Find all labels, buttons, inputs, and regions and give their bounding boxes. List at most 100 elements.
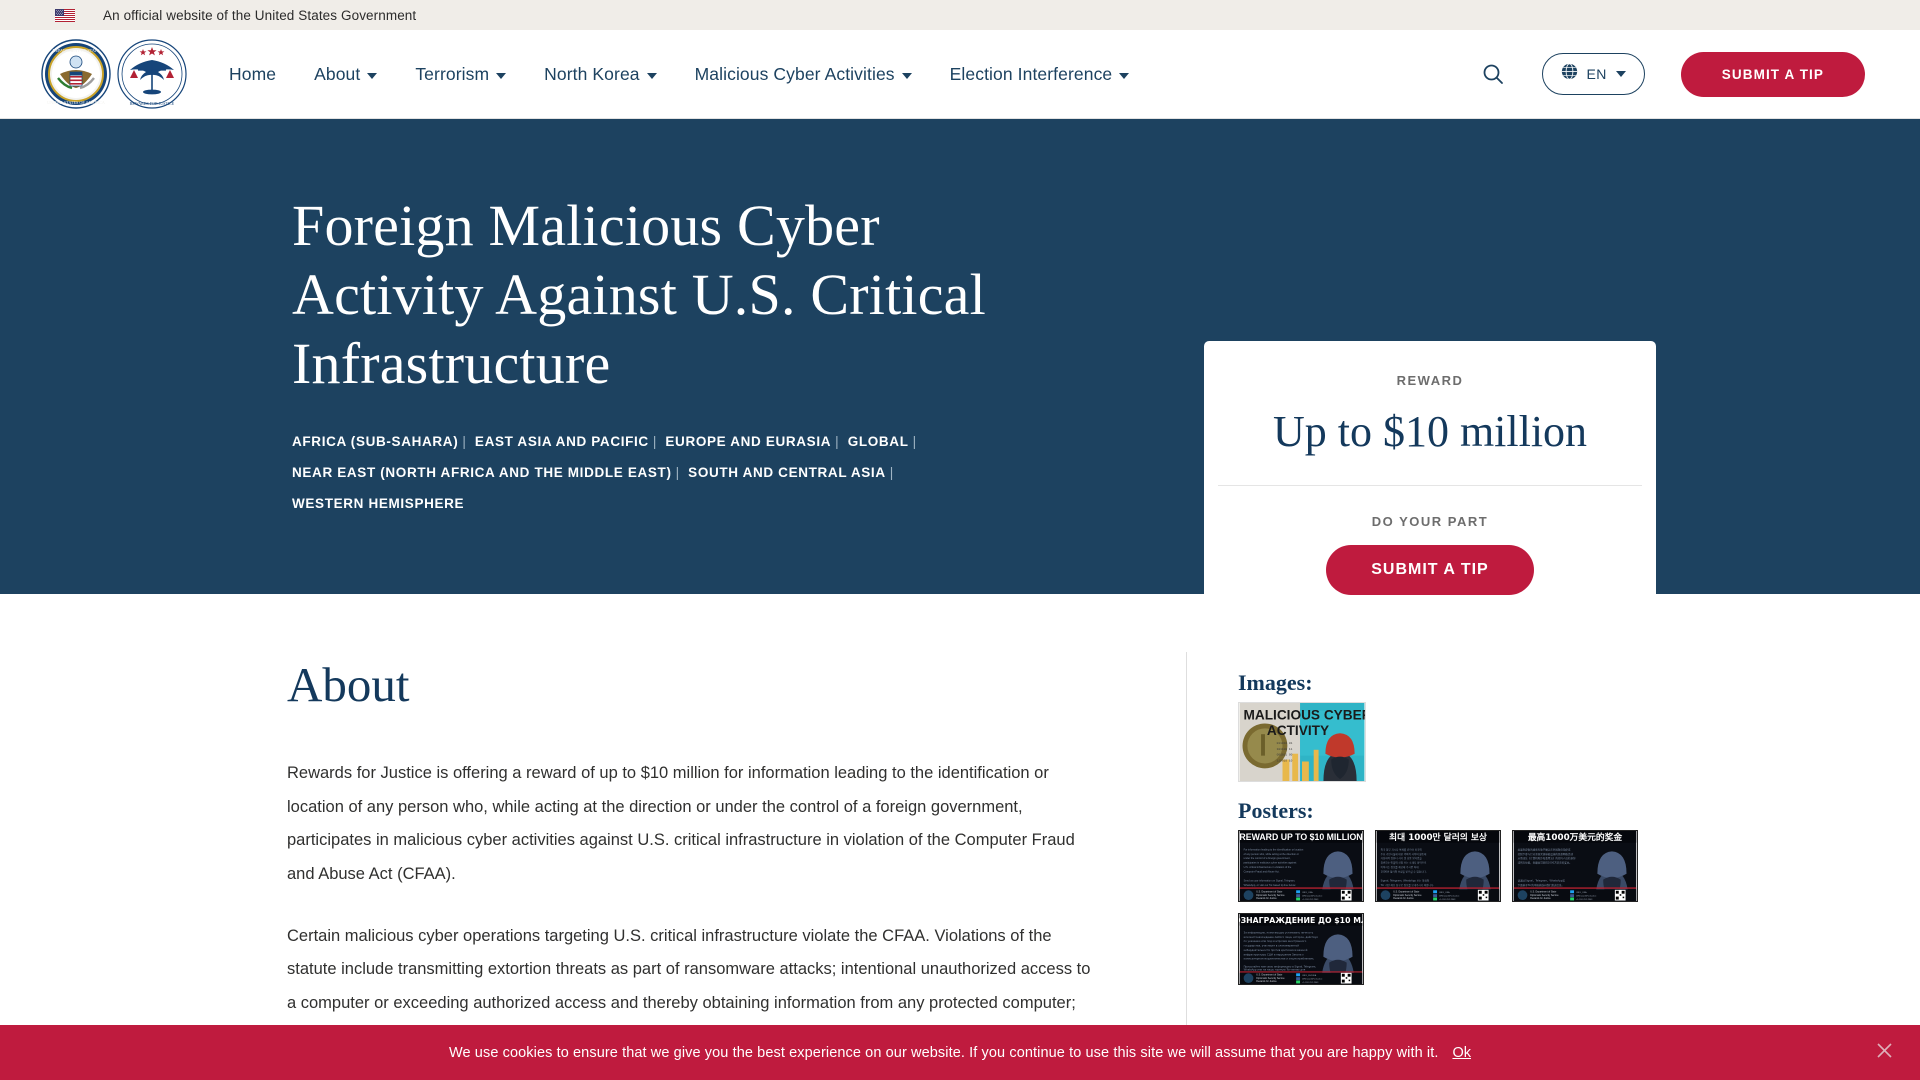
posters-heading: Posters: [1238, 798, 1314, 823]
department-of-state-seal[interactable]: DEPARTMENT OF STATE UNITED STATES OF AME… [40, 38, 112, 110]
svg-text:ВОЗНАГРАЖДЕНИЕ ДО $10 МЛН: ВОЗНАГРАЖДЕНИЕ ДО $10 МЛН [1238, 916, 1364, 925]
chevron-down-icon [1615, 71, 1626, 77]
svg-text:#RFJ_USA: #RFJ_USA [1302, 891, 1313, 894]
media-sidebar: Images: MALICIOUS CYBER ACTIVITY 011010 … [1238, 670, 1658, 985]
svg-text:WhatsApp или на нашу горячую T: WhatsApp или на нашу горячую Tor-линию д… [1244, 967, 1306, 971]
nav-item-label: Home [229, 63, 277, 84]
svg-text:외국 정부 지시나 통제를 받으며 미국의: 외국 정부 지시나 통제를 받으며 미국의 [1381, 847, 1422, 851]
close-icon[interactable] [1876, 1042, 1893, 1064]
svg-text:+1-202-702-7843: +1-202-702-7843 [1576, 899, 1593, 901]
svg-text:주요 기반시설에 대한 악의적 사이버 활동에: 주요 기반시설에 대한 악의적 사이버 활동에 [1381, 852, 1427, 856]
us-flag-icon [55, 8, 75, 22]
globe-icon [1561, 63, 1578, 85]
poster-thumbnail-korean[interactable]: 최대 1000만 달러의 보상 외국 정부 지시나 통제를 받으며 미국의 주요… [1375, 830, 1501, 902]
svg-text:или местонахождение любого лиц: или местонахождение любого лица, которое… [1244, 935, 1319, 939]
region-separator: | [675, 464, 680, 480]
nav-item-terrorism[interactable]: Terrorism [396, 64, 525, 85]
svg-text:下面基于Tor的举报热线向我们发送信息。: 下面基于Tor的举报热线向我们发送信息。 [1518, 883, 1564, 887]
svg-text:UNITED STATES OF AMERICA: UNITED STATES OF AMERICA [47, 100, 105, 105]
svg-text:MALICIOUS CYBER: MALICIOUS CYBER [1244, 708, 1367, 723]
chevron-down-icon [901, 72, 912, 79]
poster-thumbnail-english[interactable]: REWARD UP TO $10 MILLION For information… [1238, 830, 1364, 902]
region-tag[interactable]: NEAR EAST (NORTH AFRICA AND THE MIDDLE E… [292, 465, 672, 480]
about-paragraph: Rewards for Justice is offering a reward… [287, 764, 1075, 883]
svg-text:REWARD UP TO $10 MILLION: REWARD UP TO $10 MILLION [1239, 832, 1362, 842]
do-your-part-label: DO YOUR PART [1371, 514, 1489, 529]
reward-amount: Up to $10 million [1272, 407, 1588, 456]
svg-text:U.S. Department of State: U.S. Department of State [1393, 891, 1420, 894]
region-tag[interactable]: EAST ASIA AND PACIFIC [475, 434, 649, 449]
svg-text:+1-202-702-7843: +1-202-702-7843 [1439, 899, 1456, 901]
svg-text:최대 1000만 달러의 보상: 최대 1000만 달러의 보상 [1389, 831, 1487, 843]
svg-text:Rewards for Justice: Rewards for Justice [1530, 897, 1551, 900]
site-logos[interactable]: DEPARTMENT OF STATE UNITED STATES OF AME… [40, 38, 188, 110]
svg-text:participates in malicious cybe: participates in malicious cyber activiti… [1244, 862, 1297, 865]
images-heading: Images: [1238, 670, 1313, 695]
svg-text:REWARDS FOR JUSTICE: REWARDS FOR JUSTICE [130, 101, 175, 106]
svg-text:U.S. critical infrastructure i: U.S. critical infrastructure in violatio… [1244, 866, 1292, 869]
vertical-divider [1186, 652, 1187, 1080]
poster-grid: REWARD UP TO $10 MILLION For information… [1238, 830, 1638, 985]
svg-text:U.S. Department of State: U.S. Department of State [1256, 891, 1283, 894]
svg-text:011010 01: 011010 01 [1277, 742, 1293, 745]
svg-text:위반하는 인물의 신원 또는 소재지 파악으로: 위반하는 인물의 신원 또는 소재지 파악으로 [1381, 861, 1427, 865]
search-icon[interactable] [1480, 61, 1506, 87]
svg-text:@RewardsForJustice: @RewardsForJustice [1302, 894, 1323, 897]
nav-item-label: Election Interference [949, 63, 1113, 84]
svg-text:Diplomatic Security Service: Diplomatic Security Service [1393, 894, 1422, 897]
gov-banner: An official website of the United States… [0, 0, 1920, 30]
rewards-for-justice-seal[interactable]: REWARDS FOR JUSTICE [116, 38, 188, 110]
svg-text:инфраструктуры США в нарушение: инфраструктуры США в нарушение Закона о [1244, 952, 1305, 956]
svg-text:Rewards for Justice: Rewards for Justice [1256, 897, 1277, 900]
submit-tip-button-card[interactable]: SUBMIT A TIP [1326, 545, 1534, 595]
svg-text:of any person who, while actin: of any person who, while acting at the d… [1244, 853, 1299, 856]
region-tag[interactable]: GLOBAL [848, 434, 909, 449]
region-separator: | [912, 434, 917, 450]
nav-item-north-korea[interactable]: North Korea [525, 64, 675, 85]
chevron-down-icon [646, 72, 657, 79]
svg-text:Diplomatic Security Service: Diplomatic Security Service [1530, 894, 1559, 897]
svg-text:이어지는 정보를 제공해 주시면 최대: 이어지는 정보를 제공해 주시면 최대 [1381, 865, 1420, 869]
svg-text:@RewardsForJustice: @RewardsForJustice [1302, 977, 1323, 980]
region-tag[interactable]: WESTERN HEMISPHERE [292, 496, 464, 511]
poster-thumbnail-russian[interactable]: ВОЗНАГРАЖДЕНИЕ ДО $10 МЛН За информацию,… [1238, 913, 1364, 985]
cookie-ok-link[interactable]: Ok [1452, 1045, 1471, 1061]
svg-text:WhatsApp, or visit our Tor-bas: WhatsApp, or visit our Tor-based tip lin… [1244, 884, 1297, 887]
region-tag[interactable]: AFRICA (SUB-SAHARA) [292, 434, 458, 449]
image-thumbnail-malicious-cyber-activity[interactable]: MALICIOUS CYBER ACTIVITY 011010 01 10110… [1238, 702, 1658, 782]
svg-text:Computer Fraud and Abuse Act.: Computer Fraud and Abuse Act. [1244, 870, 1280, 873]
language-code: EN [1586, 66, 1607, 82]
submit-tip-button[interactable]: SUBMIT A TIP [1680, 51, 1865, 97]
svg-text:государства, участвует в злона: государства, участвует в злонамеренной [1244, 944, 1300, 948]
svg-text:DEPARTMENT OF STATE: DEPARTMENT OF STATE [52, 48, 100, 53]
nav-item-election-interference[interactable]: Election Interference [931, 64, 1149, 85]
chevron-down-icon [1119, 72, 1130, 79]
reward-label: REWARD [1396, 373, 1464, 388]
svg-text:@RewardsForJustice: @RewardsForJustice [1576, 894, 1597, 897]
page-title: Foreign Malicious Cyber Activity Against… [292, 193, 986, 397]
header-actions: EN SUBMIT A TIP [1480, 51, 1865, 97]
section-title-about: About [287, 657, 410, 712]
nav-item-about[interactable]: About [295, 64, 396, 85]
nav-item-label: Terrorism [415, 63, 490, 84]
nav-item-malicious-cyber-activities[interactable]: Malicious Cyber Activities [676, 64, 931, 85]
region-tag[interactable]: SOUTH AND CENTRAL ASIA [688, 465, 886, 480]
svg-text:110010 10: 110010 10 [1277, 760, 1293, 763]
svg-text:кибердеятельности против крити: кибердеятельности против критически важн… [1244, 948, 1308, 952]
language-selector[interactable]: EN [1541, 53, 1645, 95]
svg-text:가담하여 컴퓨터 사기 및 남용 방지법을: 가담하여 컴퓨터 사기 및 남용 방지법을 [1381, 856, 1423, 860]
nav-item-label: North Korea [544, 63, 640, 84]
svg-text:Signal, Telegram, WhatsApp 또는: Signal, Telegram, WhatsApp 또는 아래의 [1381, 879, 1429, 883]
svg-text:101100 11: 101100 11 [1277, 748, 1293, 751]
chevron-down-icon [496, 72, 507, 79]
svg-text:по указанию или под контролем: по указанию или под контролем иностранно… [1244, 940, 1307, 943]
svg-text:+1-202-702-7843: +1-202-702-7843 [1302, 982, 1319, 984]
region-tag[interactable]: EUROPE AND EURASIA [665, 434, 831, 449]
poster-thumbnail-chinese[interactable]: 最高1000万美元的奖金 如果您提供的线索有助于确认在外国政府指使或 控制下参与… [1512, 830, 1638, 902]
region-separator: | [835, 434, 840, 450]
svg-text:Rewards for Justice: Rewards for Justice [1256, 980, 1277, 983]
cookie-notice-bar: We use cookies to ensure that we give yo… [0, 1025, 1920, 1080]
svg-text:控制下参与针对美国关键基础设施的恶意网络活动: 控制下参与针对美国关键基础设施的恶意网络活动 [1518, 852, 1574, 856]
nav-item-home[interactable]: Home [229, 64, 295, 85]
svg-text:Diplomatic Security Service: Diplomatic Security Service [1256, 894, 1285, 897]
